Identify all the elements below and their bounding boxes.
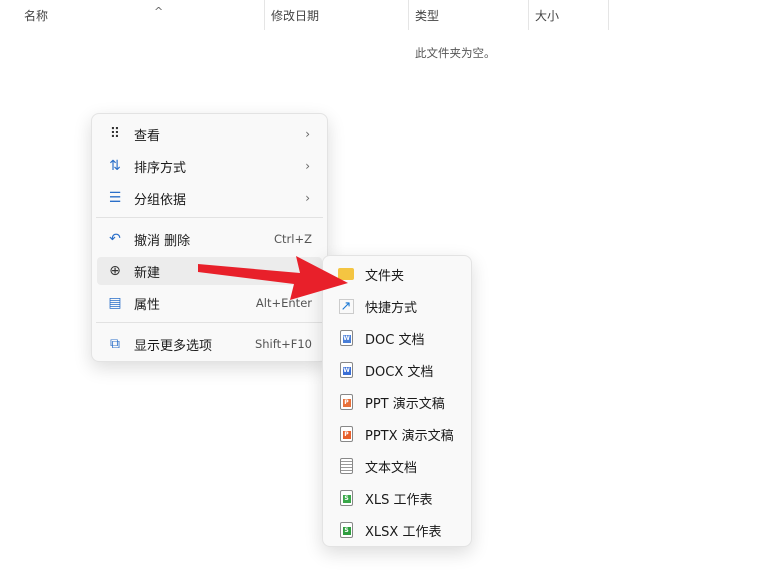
separator	[96, 322, 323, 323]
menu-label: 查看	[134, 128, 161, 144]
text-file-icon	[337, 457, 355, 475]
menu-item-new[interactable]: ⊕ 新建	[97, 257, 322, 285]
new-text-document[interactable]: 文本文档	[328, 452, 466, 480]
menu-label: 快捷方式	[365, 300, 418, 316]
menu-label: 排序方式	[134, 160, 187, 176]
menu-label: PPT 演示文稿	[365, 396, 445, 412]
chevron-right-icon: ›	[305, 127, 310, 141]
menu-label: 属性	[134, 297, 161, 313]
new-submenu: 文件夹 ↗ 快捷方式 W DOC 文档 W DOCX 文档 P PPT 演示文稿 P PP…	[322, 255, 472, 547]
shortcut-icon: ↗	[337, 297, 355, 315]
ppt-icon: P	[337, 393, 355, 411]
menu-item-properties[interactable]: ▤ 属性 Alt+Enter	[97, 289, 322, 317]
shortcut: Ctrl+Z	[274, 232, 312, 246]
menu-label: PPTX 演示文稿	[365, 428, 454, 444]
xls-icon: S	[337, 489, 355, 507]
properties-icon: ▤	[108, 295, 122, 311]
plus-circle-icon: ⊕	[109, 263, 121, 279]
xlsx-icon: S	[337, 521, 355, 539]
sort-icon: ⇅	[109, 158, 121, 174]
new-folder[interactable]: 文件夹	[328, 260, 466, 288]
menu-item-more-options[interactable]: ⧉ 显示更多选项 Shift+F10	[97, 330, 322, 358]
folder-icon	[337, 265, 355, 283]
pptx-icon: P	[337, 425, 355, 443]
group-icon: ☰	[108, 190, 122, 206]
menu-item-undo-delete[interactable]: ↶ 撤消 删除 Ctrl+Z	[97, 225, 322, 253]
column-size[interactable]: 大小	[529, 0, 609, 30]
column-name-label: 名称	[24, 9, 49, 23]
column-type[interactable]: 类型	[409, 0, 529, 30]
chevron-right-icon: ›	[305, 159, 310, 173]
undo-icon: ↶	[109, 231, 121, 247]
menu-item-group[interactable]: ☰ 分组依据 ›	[97, 184, 322, 212]
menu-label: XLSX 工作表	[365, 524, 442, 540]
menu-label: 新建	[134, 265, 161, 281]
empty-folder-message: 此文件夹为空。	[415, 46, 496, 60]
new-shortcut[interactable]: ↗ 快捷方式	[328, 292, 466, 320]
sort-ascending-icon: ^	[154, 5, 164, 18]
column-name[interactable]: 名称 ^	[18, 0, 265, 30]
grid-icon: ⠿	[109, 126, 121, 142]
menu-label: 文件夹	[365, 268, 405, 284]
new-xlsx[interactable]: S XLSX 工作表	[328, 516, 466, 544]
menu-label: 分组依据	[134, 192, 187, 208]
chevron-right-icon: ›	[305, 191, 310, 205]
context-menu: ⠿ 查看 › ⇅ 排序方式 › ☰ 分组依据 › ↶ 撤消 删除 Ctrl+Z ⊕ 新建 ▤ 属性 A…	[91, 113, 328, 362]
menu-label: XLS 工作表	[365, 492, 433, 508]
shortcut: Shift+F10	[254, 337, 312, 351]
new-doc[interactable]: W DOC 文档	[328, 324, 466, 352]
new-docx[interactable]: W DOCX 文档	[328, 356, 466, 384]
shortcut: Alt+Enter	[255, 296, 312, 310]
menu-item-view[interactable]: ⠿ 查看 ›	[97, 120, 322, 148]
column-header: 名称 ^ 修改日期 类型 大小	[0, 0, 773, 30]
menu-label: DOCX 文档	[365, 364, 434, 380]
menu-label: 撤消 删除	[134, 233, 191, 249]
doc-icon: W	[337, 329, 355, 347]
new-pptx[interactable]: P PPTX 演示文稿	[328, 420, 466, 448]
menu-label: DOC 文档	[365, 332, 425, 348]
separator	[96, 217, 323, 218]
menu-item-sort[interactable]: ⇅ 排序方式 ›	[97, 152, 322, 180]
docx-icon: W	[337, 361, 355, 379]
menu-label: 显示更多选项	[134, 338, 213, 354]
new-ppt[interactable]: P PPT 演示文稿	[328, 388, 466, 416]
new-xls[interactable]: S XLS 工作表	[328, 484, 466, 512]
menu-label: 文本文档	[365, 460, 418, 476]
column-modified[interactable]: 修改日期	[265, 0, 409, 30]
more-options-icon: ⧉	[110, 336, 120, 352]
